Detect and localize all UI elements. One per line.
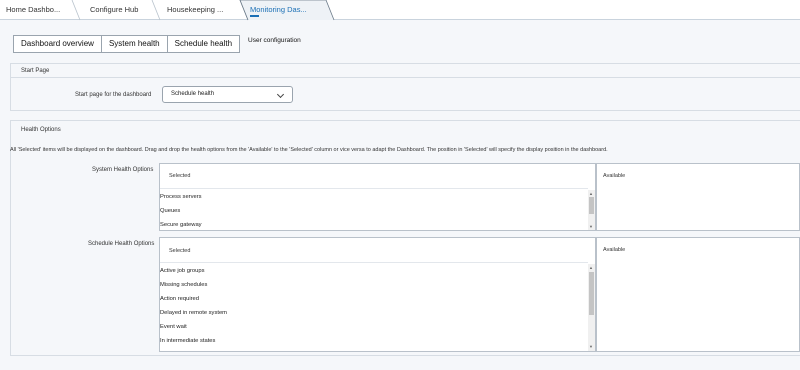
divider [160, 262, 588, 263]
list-item[interactable]: Missing schedules [160, 282, 207, 288]
schedule-scrollbar-thumb[interactable] [589, 272, 594, 315]
system-scrollbar-thumb[interactable] [589, 197, 594, 214]
divider [160, 188, 588, 189]
system-available-header: Available [603, 173, 626, 179]
start-page-panel: Start Page [10, 63, 800, 111]
schedule-health-options-label: Schedule Health Options [88, 241, 155, 247]
list-item[interactable]: Event wait [160, 324, 187, 330]
system-selected-list[interactable] [159, 163, 596, 231]
subtab-system-health[interactable]: System health [100, 35, 168, 53]
schedule-available-list[interactable] [596, 237, 800, 352]
start-page-title: Start Page [11, 64, 800, 78]
active-tab-indicator [250, 15, 259, 17]
subtab-dashboard-overview[interactable]: Dashboard overview [13, 35, 102, 53]
list-item[interactable]: Delayed in remote system [160, 310, 227, 316]
tab-housekeeping[interactable]: Housekeeping ... [167, 0, 223, 20]
system-selected-header: Selected [169, 173, 191, 179]
list-item[interactable]: Active job groups [160, 268, 204, 274]
list-item[interactable]: In intermediate states [160, 338, 215, 344]
tab-configure-hub[interactable]: Configure Hub [90, 0, 138, 20]
start-page-select[interactable]: Schedule health [162, 86, 293, 103]
start-page-select-value: Schedule health [171, 91, 215, 97]
tab-bar: Home Dashbo... Configure Hub Housekeepin… [0, 0, 800, 21]
system-available-list[interactable] [596, 163, 800, 231]
scroll-down-icon[interactable]: ▼ [589, 344, 593, 349]
subtab-bar: Dashboard overview System health Schedul… [13, 35, 307, 53]
schedule-selected-header: Selected [169, 248, 191, 254]
list-item[interactable]: Action required [160, 296, 199, 302]
schedule-available-header: Available [603, 247, 626, 253]
chevron-down-icon [276, 90, 285, 99]
health-options-title: Health Options [21, 127, 61, 133]
subtab-schedule-health[interactable]: Schedule health [166, 35, 241, 53]
health-options-description: All 'Selected' items will be displayed o… [10, 147, 608, 153]
tab-monitoring-dashboard[interactable]: Monitoring Das... [250, 0, 307, 20]
scroll-up-icon[interactable]: ▲ [589, 191, 593, 196]
list-item[interactable]: Secure gateway [160, 222, 202, 228]
subtab-user-configuration[interactable]: User configuration [239, 35, 308, 53]
scroll-down-icon[interactable]: ▼ [589, 224, 593, 229]
list-item[interactable]: Queues [160, 208, 180, 214]
system-health-options-label: System Health Options [92, 167, 154, 173]
tab-home-dashboard[interactable]: Home Dashbo... [6, 0, 60, 20]
start-page-label: Start page for the dashboard [75, 92, 152, 98]
list-item[interactable]: Process servers [160, 194, 202, 200]
scroll-up-icon[interactable]: ▲ [589, 265, 593, 270]
schedule-selected-list[interactable] [159, 237, 596, 352]
